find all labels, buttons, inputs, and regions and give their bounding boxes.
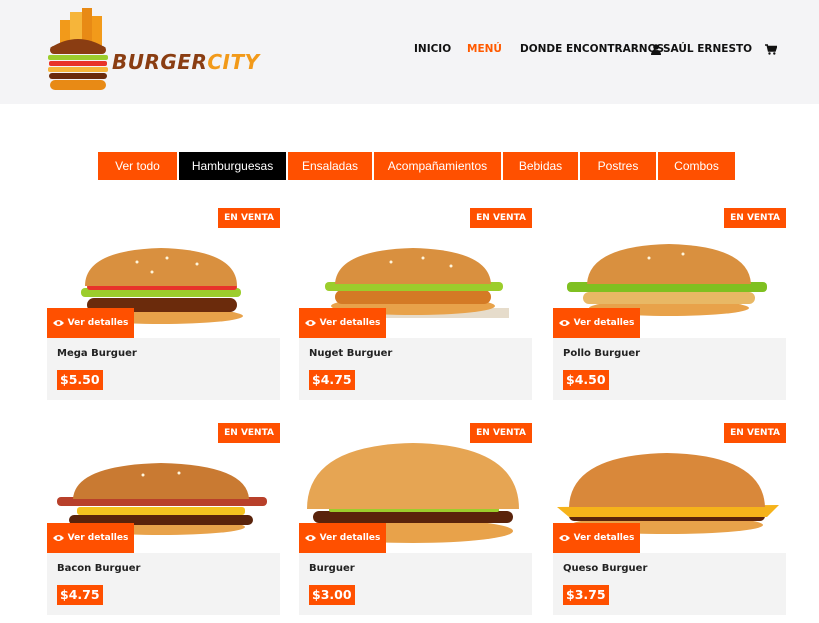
- view-details-button[interactable]: Ver detalles: [47, 308, 134, 338]
- view-details-label: Ver detalles: [573, 533, 635, 543]
- product-info: Burguer $3.00: [299, 553, 532, 615]
- product-name: Mega Burguer: [57, 348, 137, 359]
- on-sale-badge: EN VENTA: [218, 423, 280, 443]
- product-price: $3.00: [309, 585, 355, 605]
- user-icon[interactable]: [651, 44, 661, 55]
- tab-combos[interactable]: Combos: [658, 152, 735, 180]
- product-name: Queso Burguer: [563, 563, 648, 574]
- nav-user[interactable]: SAÚL ERNESTO: [663, 43, 752, 55]
- product-card: EN VENTA Ver detalles Mega Burguer $5.50: [47, 208, 280, 408]
- product-price: $4.75: [309, 370, 355, 390]
- on-sale-badge: EN VENTA: [724, 423, 786, 443]
- product-price: $4.75: [57, 585, 103, 605]
- brand-name-part2: CITY: [207, 50, 260, 74]
- tab-ensaladas[interactable]: Ensaladas: [288, 152, 372, 180]
- product-info: Mega Burguer $5.50: [47, 338, 280, 400]
- on-sale-badge: EN VENTA: [724, 208, 786, 228]
- view-details-button[interactable]: Ver detalles: [299, 523, 386, 553]
- tab-hamburguesas[interactable]: Hamburguesas: [179, 152, 286, 180]
- cart-icon[interactable]: [765, 44, 777, 55]
- site-header: BURGERCITY INICIO MENÚ DONDE ENCONTRARNO…: [0, 0, 819, 104]
- product-info: Queso Burguer $3.75: [553, 553, 786, 615]
- product-name: Burguer: [309, 563, 355, 574]
- brand-name: BURGERCITY: [112, 50, 260, 74]
- eye-icon: [558, 535, 570, 541]
- product-price: $3.75: [563, 585, 609, 605]
- brand-name-part1: BURGER: [112, 50, 208, 74]
- nav-inicio[interactable]: INICIO: [414, 43, 451, 55]
- product-card: EN VENTA Ver detalles Bacon Burguer $4.7…: [47, 423, 280, 623]
- product-card: EN VENTA Ver detalles Queso Burguer $3.7…: [553, 423, 786, 623]
- on-sale-badge: EN VENTA: [470, 208, 532, 228]
- view-details-button[interactable]: Ver detalles: [299, 308, 386, 338]
- product-name: Pollo Burguer: [563, 348, 641, 359]
- product-price: $5.50: [57, 370, 103, 390]
- product-name: Nuget Burguer: [309, 348, 393, 359]
- view-details-label: Ver detalles: [67, 318, 129, 328]
- eye-icon: [304, 320, 316, 326]
- view-details-button[interactable]: Ver detalles: [47, 523, 134, 553]
- view-details-button[interactable]: Ver detalles: [553, 523, 640, 553]
- nav-menu[interactable]: MENÚ: [467, 43, 502, 55]
- product-card: EN VENTA Ver detalles Nuget Burguer $4.7…: [299, 208, 532, 408]
- view-details-label: Ver detalles: [67, 533, 129, 543]
- tab-postres[interactable]: Postres: [580, 152, 656, 180]
- tab-ver-todo[interactable]: Ver todo: [98, 152, 177, 180]
- product-info: Pollo Burguer $4.50: [553, 338, 786, 400]
- view-details-label: Ver detalles: [573, 318, 635, 328]
- tab-bebidas[interactable]: Bebidas: [503, 152, 578, 180]
- product-card: EN VENTA Ver detalles Burguer $3.00: [299, 423, 532, 623]
- eye-icon: [52, 320, 64, 326]
- view-details-label: Ver detalles: [319, 318, 381, 328]
- eye-icon: [304, 535, 316, 541]
- view-details-button[interactable]: Ver detalles: [553, 308, 640, 338]
- product-name: Bacon Burguer: [57, 563, 141, 574]
- product-info: Nuget Burguer $4.75: [299, 338, 532, 400]
- eye-icon: [52, 535, 64, 541]
- view-details-label: Ver detalles: [319, 533, 381, 543]
- product-price: $4.50: [563, 370, 609, 390]
- nav-donde-encontrarnos[interactable]: DONDE ENCONTRARNOS: [520, 43, 664, 55]
- product-card: EN VENTA Ver detalles Pollo Burguer $4.5…: [553, 208, 786, 408]
- eye-icon: [558, 320, 570, 326]
- on-sale-badge: EN VENTA: [218, 208, 280, 228]
- tab-acompanamientos[interactable]: Acompañamientos: [374, 152, 501, 180]
- on-sale-badge: EN VENTA: [470, 423, 532, 443]
- product-info: Bacon Burguer $4.75: [47, 553, 280, 615]
